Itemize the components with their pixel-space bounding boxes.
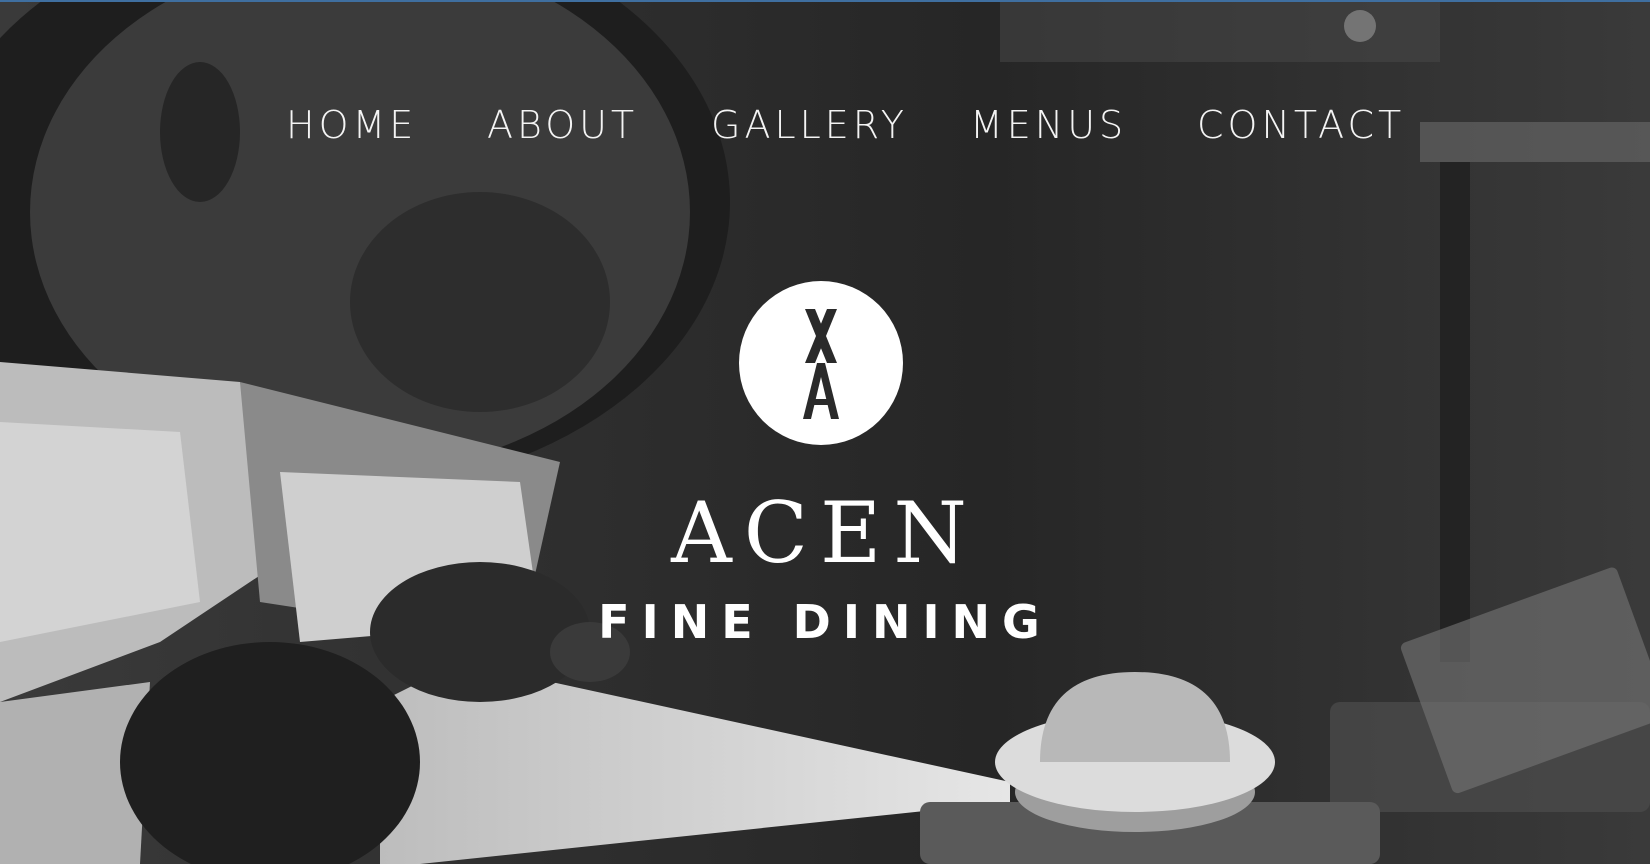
nav-home[interactable]: HOME <box>286 100 417 150</box>
xa-monogram-icon <box>803 309 839 419</box>
nav-gallery[interactable]: GALLERY <box>711 100 908 150</box>
nav-menus[interactable]: MENUS <box>970 100 1127 150</box>
nav-contact[interactable]: CONTACT <box>1197 100 1405 150</box>
main-navigation: HOME ABOUT GALLERY MENUS CONTACT <box>0 100 1650 150</box>
brand-name: ACEN <box>671 484 979 582</box>
nav-about[interactable]: ABOUT <box>487 100 638 150</box>
brand-tagline: FINE DINING <box>598 595 1052 649</box>
brand-logo[interactable] <box>739 281 903 445</box>
top-border <box>0 0 1650 2</box>
